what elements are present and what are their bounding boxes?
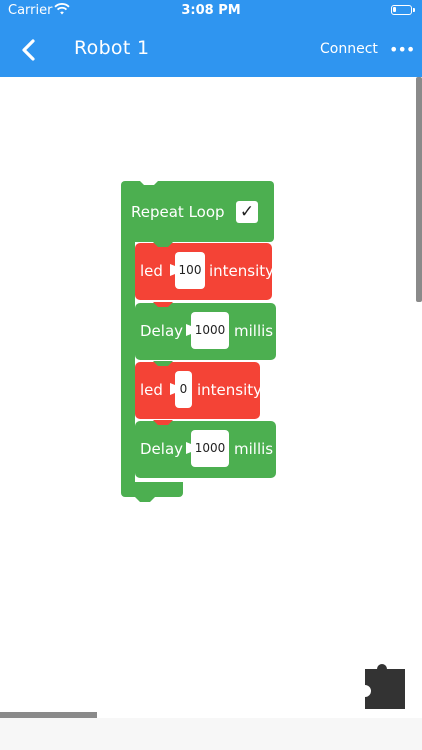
- vertical-scrollbar[interactable]: [416, 77, 422, 302]
- more-options-button[interactable]: •••: [389, 40, 415, 59]
- bottom-bar: [0, 718, 422, 750]
- battery-icon: [391, 5, 415, 15]
- delay-millis-input[interactable]: 1000: [191, 312, 229, 349]
- led-intensity-input[interactable]: 0: [175, 371, 192, 408]
- repeat-loop-body: [121, 241, 135, 489]
- millis-label: millis: [234, 440, 274, 458]
- repeat-loop-checkbox[interactable]: ✓: [236, 201, 258, 223]
- delay-block[interactable]: Delay 1000 millis: [135, 302, 276, 360]
- delay-millis-input[interactable]: 1000: [191, 430, 229, 467]
- repeat-loop-block[interactable]: Repeat Loop ✓: [121, 180, 274, 242]
- led-block[interactable]: led 0 intensity: [135, 361, 263, 419]
- delay-block[interactable]: Delay 1000 millis: [135, 420, 276, 478]
- delay-label: Delay: [140, 440, 184, 458]
- intensity-label: intensity: [209, 262, 275, 280]
- led-intensity-input[interactable]: 100: [175, 252, 205, 289]
- delay-label: Delay: [140, 322, 184, 340]
- intensity-label: intensity: [197, 381, 263, 399]
- status-bar: Carrier 3:08 PM: [0, 0, 422, 22]
- millis-label: millis: [234, 322, 274, 340]
- led-label: led: [140, 262, 163, 280]
- page-title: Robot 1: [74, 37, 150, 59]
- clock: 3:08 PM: [181, 3, 241, 18]
- repeat-loop-label: Repeat Loop: [131, 203, 225, 221]
- led-label: led: [140, 381, 163, 399]
- led-block[interactable]: led 100 intensity: [135, 242, 275, 300]
- puzzle-piece-icon[interactable]: [365, 659, 405, 709]
- back-button[interactable]: [18, 38, 40, 62]
- repeat-loop-footer: [121, 482, 183, 502]
- connect-button[interactable]: Connect: [320, 41, 378, 57]
- top-bar: Carrier 3:08 PM Robot 1 Connect •••: [0, 0, 422, 77]
